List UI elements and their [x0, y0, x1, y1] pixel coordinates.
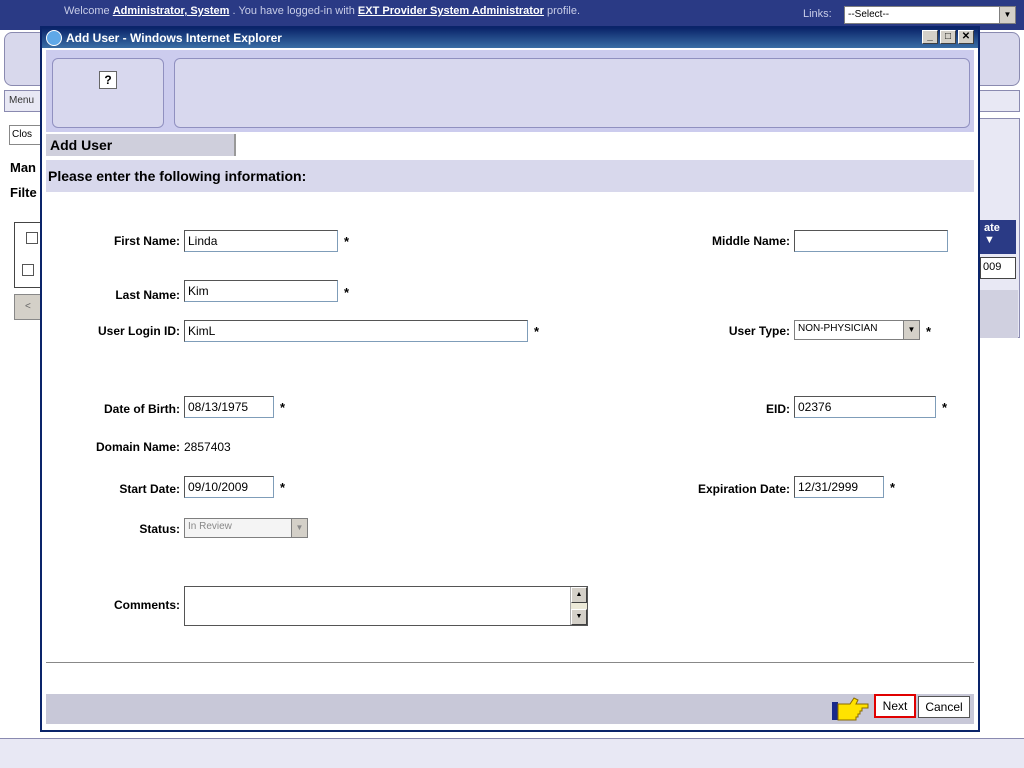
next-button[interactable]: Next [874, 694, 916, 718]
bg-date-cell: 009 [980, 257, 1016, 279]
help-icon[interactable]: ? [99, 71, 117, 89]
required-marker: * [890, 480, 896, 495]
comments-label: Comments: [113, 598, 180, 612]
last-name-label: Last Name: [115, 288, 180, 302]
login-id-label: User Login ID: [97, 324, 180, 338]
footer-divider [46, 662, 974, 663]
required-marker: * [534, 324, 540, 339]
minimize-icon[interactable]: _ [922, 30, 938, 44]
dialog-titlebar[interactable]: Add User - Windows Internet Explorer _ □… [42, 28, 978, 48]
welcome-message: Welcome Administrator, System . You have… [64, 5, 581, 17]
required-marker: * [344, 285, 350, 300]
domain-name-value: 2857403 [184, 440, 231, 454]
start-date-label: Start Date: [119, 482, 180, 496]
section-title: Please enter the following information: [46, 160, 974, 192]
first-name-label: First Name: [113, 234, 180, 248]
maximize-icon[interactable]: □ [940, 30, 956, 44]
middle-name-field[interactable] [794, 230, 948, 252]
bg-right-lower [978, 290, 1018, 338]
user-form: First Name: Linda * Middle Name: Last Na… [46, 192, 974, 662]
required-marker: * [942, 400, 948, 415]
bg-checkbox-row[interactable] [22, 264, 34, 276]
add-user-dialog: Add User - Windows Internet Explorer _ □… [40, 26, 980, 732]
pointing-hand-icon [832, 697, 869, 721]
middle-name-label: Middle Name: [711, 234, 790, 248]
header-panel [174, 58, 970, 128]
cancel-button[interactable]: Cancel [918, 696, 970, 718]
bg-heading: Man [10, 160, 36, 175]
bg-checkbox-header[interactable] [26, 232, 38, 244]
required-marker: * [344, 234, 350, 249]
status-select: In Review ▼ [184, 518, 308, 538]
scroll-up-icon[interactable]: ▲ [571, 587, 587, 603]
domain-name-label: Domain Name: [95, 440, 180, 454]
tab-add-user[interactable]: Add User [46, 134, 236, 156]
bg-filter-heading: Filte [10, 185, 37, 200]
chevron-down-icon: ▼ [291, 519, 307, 537]
dialog-title: Add User - Windows Internet Explorer [66, 31, 282, 45]
comments-field[interactable]: ▲ ▼ [184, 586, 588, 626]
close-icon[interactable]: ✕ [958, 30, 974, 44]
tab-strip: Add User [46, 134, 974, 156]
status-label: Status: [139, 522, 180, 536]
chevron-down-icon: ▼ [903, 321, 919, 339]
links-label: Links: [803, 8, 832, 20]
login-id-field[interactable]: KimL [184, 320, 528, 342]
menu-label[interactable]: Menu [9, 95, 34, 106]
welcome-profile-link[interactable]: EXT Provider System Administrator [358, 5, 544, 17]
eid-field[interactable]: 02376 [794, 396, 936, 418]
expiration-date-field[interactable]: 12/31/2999 [794, 476, 884, 498]
dialog-header: ? [46, 50, 974, 132]
close-button-bg[interactable]: Clos [9, 125, 43, 145]
first-name-field[interactable]: Linda [184, 230, 338, 252]
required-marker: * [926, 324, 932, 339]
comments-scrollbar[interactable]: ▲ ▼ [570, 587, 587, 625]
links-select[interactable]: --Select-- ▼ [844, 6, 1016, 24]
chevron-down-icon: ▼ [999, 7, 1015, 23]
scroll-down-icon[interactable]: ▼ [571, 609, 587, 625]
required-marker: * [280, 480, 286, 495]
window-controls: _ □ ✕ [922, 30, 974, 44]
required-marker: * [280, 400, 286, 415]
bg-date-column-header[interactable]: ate ▼ [980, 220, 1016, 254]
user-type-select[interactable]: NON-PHYSICIAN ▼ [794, 320, 920, 340]
eid-label: EID: [766, 402, 790, 416]
bottom-strip [0, 738, 1024, 768]
user-type-label: User Type: [728, 324, 790, 338]
start-date-field[interactable]: 09/10/2009 [184, 476, 274, 498]
dob-field[interactable]: 08/13/1975 [184, 396, 274, 418]
ie-icon [46, 30, 62, 46]
last-name-field[interactable]: Kim [184, 280, 338, 302]
welcome-user-link[interactable]: Administrator, System [113, 5, 230, 17]
dob-label: Date of Birth: [104, 402, 180, 416]
expiration-date-label: Expiration Date: [697, 482, 790, 496]
help-panel: ? [52, 58, 164, 128]
